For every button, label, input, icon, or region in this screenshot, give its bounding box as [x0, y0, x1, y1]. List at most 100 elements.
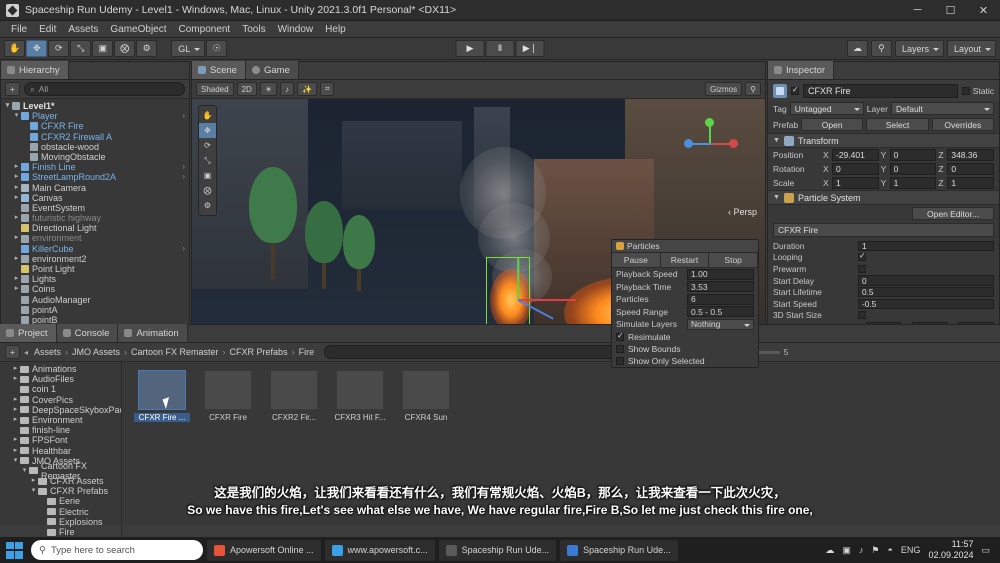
taskbar-clock[interactable]: 11:57 02.09.2024 [928, 539, 973, 561]
project-tree-twisty-icon[interactable]: ▸ [11, 364, 20, 374]
hierarchy-twisty-icon[interactable]: ▾ [3, 101, 12, 111]
scale-tool-button[interactable]: ⤡ [70, 40, 92, 57]
project-tree-twisty-icon[interactable]: ▸ [11, 374, 20, 384]
hierarchy-item[interactable]: CFXR2 Firewall A [1, 132, 189, 142]
play-button[interactable]: ▶ [455, 40, 485, 57]
project-tree-twisty-icon[interactable]: ▸ [11, 395, 20, 405]
project-add-button[interactable]: + [5, 345, 20, 359]
taskbar-item[interactable]: Spaceship Run Ude... [560, 539, 678, 561]
asset-thumbnail[interactable] [270, 370, 318, 410]
particle-overlay-row-value[interactable]: 0.5 - 0.5 [687, 306, 754, 318]
particle-overlay-checkbox[interactable] [616, 356, 624, 365]
project-tree-item[interactable]: ▸ Environment [0, 415, 121, 425]
hierarchy-prefab-arrow[interactable]: › [182, 172, 185, 182]
menu-window[interactable]: Window [272, 21, 320, 38]
particle-overlay-row-value[interactable]: Nothing [687, 318, 754, 330]
asset-thumbnail[interactable] [138, 370, 186, 410]
asset-item[interactable]: CFXR2 Fir... [266, 370, 322, 422]
prefab-open-button[interactable]: Open [801, 118, 864, 131]
breadcrumb-item[interactable]: Cartoon FX Remaster [131, 347, 219, 357]
project-tree-item[interactable]: Eerie [0, 496, 121, 506]
particle-overlay-row-value[interactable]: 3.53 [687, 281, 754, 293]
hierarchy-item[interactable]: ▸ environment [1, 233, 189, 243]
minimize-button[interactable]: ─ [901, 0, 934, 21]
project-tree-item[interactable]: ▸ CFXR Assets [0, 476, 121, 486]
transform-axis-value[interactable]: 1 [832, 177, 879, 189]
hierarchy-twisty-icon[interactable]: ▸ [12, 162, 21, 172]
particle-property-value[interactable]: -0.5 [858, 298, 994, 310]
tab-inspector[interactable]: Inspector [768, 61, 835, 79]
shading-mode-dropdown[interactable]: Shaded [196, 82, 234, 96]
open-editor-button[interactable]: Open Editor... [912, 207, 994, 220]
tab-hierarchy[interactable]: Hierarchy [1, 61, 69, 79]
project-tree-item[interactable]: Electric [0, 507, 121, 517]
particle-property-value[interactable]: 1 [858, 240, 994, 252]
gizmo-axis-x[interactable] [518, 299, 576, 301]
hierarchy-item[interactable]: pointA [1, 305, 189, 315]
step-button[interactable]: ▶❘ [515, 40, 545, 57]
object-enabled-checkbox[interactable] [791, 85, 799, 95]
project-tree-twisty-icon[interactable]: ▸ [29, 476, 38, 486]
hierarchy-twisty-icon[interactable]: ▸ [12, 274, 21, 284]
perspective-label[interactable]: ‹ Persp [728, 207, 757, 217]
transform-axis-value[interactable]: 348.36 [947, 149, 995, 161]
hierarchy-search-input[interactable]: ⌕ All [23, 82, 185, 96]
hierarchy-twisty-icon[interactable]: ▸ [12, 284, 21, 294]
particle-pause-button[interactable]: Pause [612, 253, 661, 267]
project-tree-item[interactable]: ▸ DeepSpaceSkyboxPack [0, 405, 121, 415]
taskbar-item[interactable]: Apowersoft Online ... [207, 539, 321, 561]
tray-icon-1[interactable]: ☁ [825, 545, 834, 556]
project-tree-twisty-icon[interactable]: ▸ [11, 415, 20, 425]
asset-item[interactable]: CFXR3 Hit F... [332, 370, 388, 422]
hierarchy-item[interactable]: ▸ Lights [1, 274, 189, 284]
particle-property-value[interactable]: 0.5 [858, 286, 994, 298]
tab-game[interactable]: Game [245, 61, 299, 79]
breadcrumb-item[interactable]: JMO Assets [72, 347, 120, 357]
hierarchy-twisty-icon[interactable]: ▸ [12, 183, 21, 193]
maximize-button[interactable]: ☐ [934, 0, 967, 21]
scene-tool-0[interactable]: ✋ [199, 108, 216, 123]
breadcrumb-item[interactable]: Fire [299, 347, 315, 357]
taskbar-search-input[interactable]: ⚲ Type here to search [31, 540, 203, 560]
project-tree-item[interactable]: coin 1 [0, 384, 121, 394]
project-tree-twisty-icon[interactable]: ▸ [11, 405, 20, 415]
close-button[interactable]: ✕ [967, 0, 1000, 21]
project-tree-item[interactable]: Explosions [0, 517, 121, 527]
scene-gizmos-dropdown[interactable]: Gizmos [705, 82, 743, 96]
particle-overlay-checkbox-row[interactable]: Resimulate [612, 331, 758, 343]
rect-tool-button[interactable]: ▣ [92, 40, 114, 57]
project-tree-item[interactable]: ▾ CFXR Prefabs [0, 486, 121, 496]
pivot-mode-button[interactable]: ☉ [206, 40, 228, 57]
hierarchy-item[interactable]: Directional Light [1, 223, 189, 233]
hierarchy-item[interactable]: ▸ Main Camera [1, 183, 189, 193]
scene-tool-6[interactable]: ⚙ [199, 198, 216, 213]
scene-tool-1[interactable]: ✥ [199, 123, 216, 138]
hierarchy-item[interactable]: MovingObstacle [1, 152, 189, 162]
scene-grid-icon[interactable]: ⌗ [319, 82, 335, 96]
scene-lighting-icon[interactable]: ☀ [259, 82, 277, 96]
particle-system-component-header[interactable]: ▼ Particle System [768, 190, 999, 205]
breadcrumb-item[interactable]: Assets [34, 347, 61, 357]
project-tree-item[interactable]: Fire [0, 527, 121, 537]
hierarchy-twisty-icon[interactable]: ▸ [12, 193, 21, 203]
project-tree-twisty-icon[interactable]: ▾ [20, 466, 29, 476]
hierarchy-item[interactable]: ▸ Finish Line › [1, 162, 189, 172]
project-tree-twisty-icon[interactable]: ▾ [29, 486, 38, 496]
hierarchy-item[interactable]: obstacle-wood [1, 142, 189, 152]
hierarchy-twisty-icon[interactable]: ▾ [12, 111, 21, 121]
project-tree-item[interactable]: ▾ Cartoon FX Remaster [0, 461, 121, 481]
windows-start-icon[interactable] [6, 541, 23, 559]
prefab-select-button[interactable]: Select [866, 118, 929, 131]
transform-axis-value[interactable]: 0 [947, 163, 995, 175]
particle-property-checkbox[interactable] [858, 251, 866, 262]
hierarchy-twisty-icon[interactable]: ▸ [12, 233, 21, 243]
transform-axis-value[interactable]: 0 [889, 149, 937, 161]
scene-view-gizmo[interactable] [683, 117, 739, 173]
hierarchy-item[interactable]: Point Light [1, 264, 189, 274]
tray-icon-2[interactable]: ▣ [842, 545, 851, 556]
static-checkbox[interactable] [961, 87, 970, 95]
taskbar-item[interactable]: www.apowersoft.c... [324, 539, 435, 561]
particle-overlay-row-value[interactable]: 6 [687, 293, 754, 305]
project-folder-tree[interactable]: ▸ Animations ▸ AudioFiles coin 1 ▸ CoverPics ▸ D… [0, 362, 122, 543]
project-search-input[interactable] [324, 345, 655, 359]
